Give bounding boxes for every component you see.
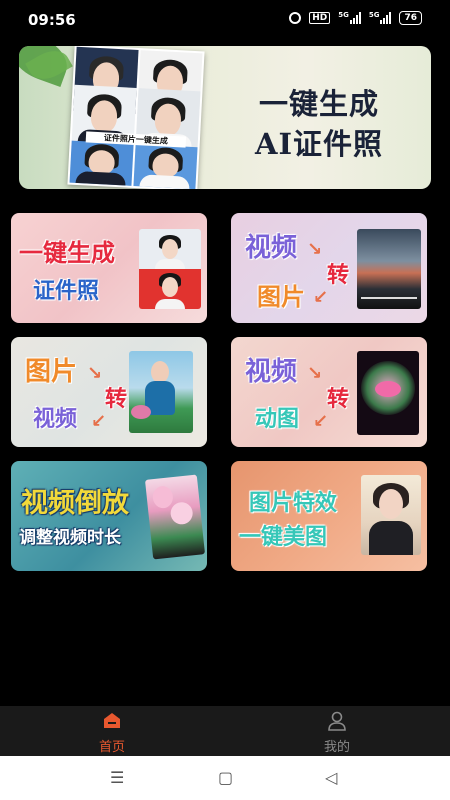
card-title: 一键生成: [19, 239, 115, 267]
banner-title-line1: 一键生成: [258, 87, 379, 121]
card-subtitle: 证件照: [33, 279, 100, 304]
video-to-gif-card[interactable]: 视频 ↘ 转 ↙ 动图: [231, 337, 427, 447]
menu-icon[interactable]: ☰: [110, 768, 124, 787]
card-subtitle: 调整视频时长: [19, 528, 121, 548]
back-icon[interactable]: ◁: [325, 768, 337, 787]
ai-id-photo-banner[interactable]: 证件照片一键生成 一键生成 AI证件照: [19, 46, 431, 189]
tab-mine-label: 我的: [323, 740, 350, 755]
photo-thumbnail: [129, 351, 193, 433]
image-effects-card[interactable]: 图片特效 一键美图: [231, 461, 427, 571]
video-thumbnail: [357, 229, 421, 309]
bottom-nav: 首页 我的: [0, 706, 450, 756]
arrow-icon: ↘: [87, 363, 103, 384]
id-photo-thumbnail: [139, 229, 201, 309]
reverse-video-card[interactable]: 视频倒放 调整视频时长: [11, 461, 207, 571]
card-title: 图片特效: [249, 491, 338, 516]
status-time: 09:56: [28, 11, 76, 29]
signal-label: 5G: [368, 11, 380, 19]
card-title: 视频倒放: [21, 488, 129, 519]
id-photo-collage: 证件照片一键生成: [67, 46, 205, 189]
banner-title-line2: AI证件照: [254, 127, 384, 161]
image-to-video-card[interactable]: 图片 ↘ 转 ↙ 视频: [11, 337, 207, 447]
effects-thumbnail: [361, 475, 421, 555]
banner-title: 一键生成 AI证件照: [209, 84, 429, 164]
hd-badge: HD: [309, 12, 331, 24]
gif-thumbnail: [357, 351, 419, 435]
arrow-icon: ↙: [91, 411, 107, 432]
status-bar: 09:56 HD 5G 5G 76: [0, 0, 450, 40]
arrow-icon: ↙: [313, 287, 329, 308]
convert-label: 转: [105, 387, 128, 412]
card-subtitle: 图片: [257, 283, 305, 311]
tab-mine[interactable]: 我的: [277, 706, 397, 756]
user-icon: [328, 711, 346, 731]
tab-home[interactable]: 首页: [52, 706, 172, 756]
status-icons: HD 5G 5G 76: [289, 11, 422, 25]
home-button-icon[interactable]: ▢: [218, 768, 233, 787]
arrow-icon: ↙: [313, 411, 329, 432]
convert-label: 转: [327, 263, 350, 288]
convert-label: 转: [327, 387, 350, 412]
signal-label: 5G: [338, 11, 349, 19]
signal-icon-1: 5G: [338, 12, 361, 24]
reverse-video-thumbnail: [144, 474, 206, 560]
card-title: 视频: [245, 357, 298, 387]
arrow-icon: ↘: [307, 239, 323, 260]
arrow-icon: ↘: [307, 363, 323, 384]
video-to-image-card[interactable]: 视频 ↘ 转 ↙ 图片: [231, 213, 427, 323]
home-icon: [104, 713, 120, 728]
id-photo-card[interactable]: 一键生成 证件照: [11, 213, 207, 323]
signal-icon-2: 5G: [369, 12, 392, 24]
battery-indicator: 76: [399, 11, 422, 25]
tab-home-label: 首页: [98, 740, 125, 755]
card-subtitle: 一键美图: [239, 525, 328, 550]
system-nav-bar: ☰ ▢ ◁: [0, 756, 450, 800]
card-title: 图片: [25, 357, 78, 387]
card-subtitle: 视频: [33, 407, 78, 432]
card-subtitle: 动图: [255, 407, 300, 432]
alarm-icon: [289, 12, 302, 24]
card-title: 视频: [245, 233, 298, 263]
